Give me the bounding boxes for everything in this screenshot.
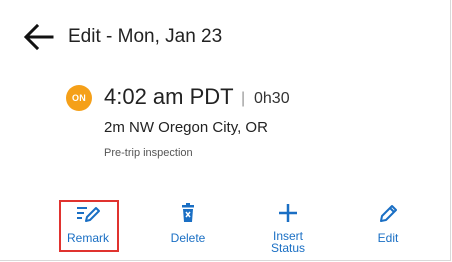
remark-label: Remark <box>66 231 109 245</box>
event-location: 2m NW Oregon City, OR <box>104 119 268 136</box>
arrow-left-icon <box>23 23 54 51</box>
pencil-icon <box>346 202 430 226</box>
remark-pencil-icon <box>46 202 130 226</box>
duty-status-badge: ON <box>66 85 92 111</box>
header: Edit - Mon, Jan 23 <box>0 0 450 72</box>
event-note: Pre-trip inspection <box>104 147 193 159</box>
edit-button[interactable]: Edit <box>346 200 430 256</box>
delete-label: Delete <box>170 231 206 245</box>
remark-button[interactable]: Remark <box>46 200 130 256</box>
event-duration: 0h30 <box>254 90 290 107</box>
insert-status-button[interactable]: Insert Status <box>246 200 330 256</box>
event-time: 4:02 am PDT <box>104 84 234 109</box>
insert-status-label: Insert Status <box>270 229 306 255</box>
page-title: Edit - Mon, Jan 23 <box>68 26 223 47</box>
time-separator: | <box>241 90 246 107</box>
edit-label: Edit <box>377 231 399 245</box>
back-button[interactable] <box>22 22 54 52</box>
plus-icon <box>246 202 330 226</box>
trash-icon <box>146 202 230 226</box>
delete-button[interactable]: Delete <box>146 200 230 256</box>
edit-event-panel: Edit - Mon, Jan 23 ON 4:02 am PDT | 0h30… <box>0 0 451 261</box>
